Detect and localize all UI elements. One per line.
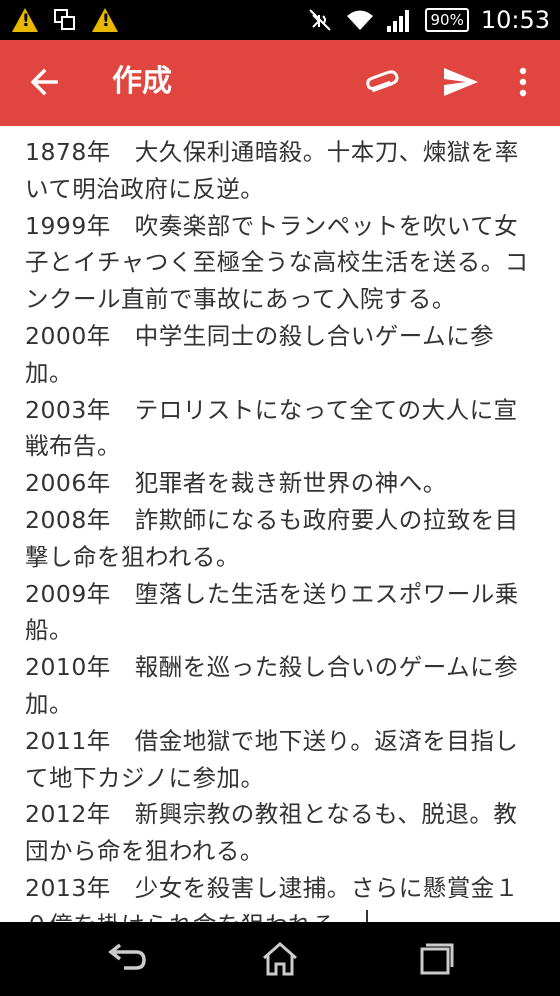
app-toolbar: 作成 <box>0 40 560 126</box>
send-icon[interactable] <box>438 60 484 104</box>
text-cursor <box>365 909 368 922</box>
warning-icon <box>12 8 38 32</box>
mute-icon <box>309 9 332 31</box>
battery-indicator: 90% <box>425 8 469 32</box>
system-icons: 90% 10:53 <box>307 4 550 36</box>
page-title: 作成 <box>112 64 172 99</box>
clock: 10:53 <box>480 6 550 34</box>
navigation-bar <box>0 922 560 996</box>
notification-icons <box>12 4 118 36</box>
compose-area[interactable]: 1878年 大久保利通暗殺。十本刀、煉獄を率いて明治政府に反逆。 1999年 吹… <box>0 126 560 922</box>
arrow-back-icon[interactable] <box>26 60 66 104</box>
warning-icon <box>92 8 118 32</box>
compose-body-text[interactable]: 1878年 大久保利通暗殺。十本刀、煉獄を率いて明治政府に反逆。 1999年 吹… <box>25 138 529 922</box>
nav-recents-icon[interactable] <box>404 936 464 982</box>
signal-icon <box>387 8 413 32</box>
nav-home-icon[interactable] <box>250 936 310 982</box>
nav-back-icon[interactable] <box>96 936 156 982</box>
more-vert-icon[interactable] <box>508 60 538 104</box>
compose-body[interactable]: 1878年 大久保利通暗殺。十本刀、煉獄を率いて明治政府に反逆。 1999年 吹… <box>25 134 537 922</box>
status-bar: 90% 10:53 <box>0 0 560 40</box>
wifi-icon <box>347 10 374 30</box>
multi-window-icon <box>54 9 76 31</box>
paperclip-icon[interactable] <box>362 60 408 104</box>
